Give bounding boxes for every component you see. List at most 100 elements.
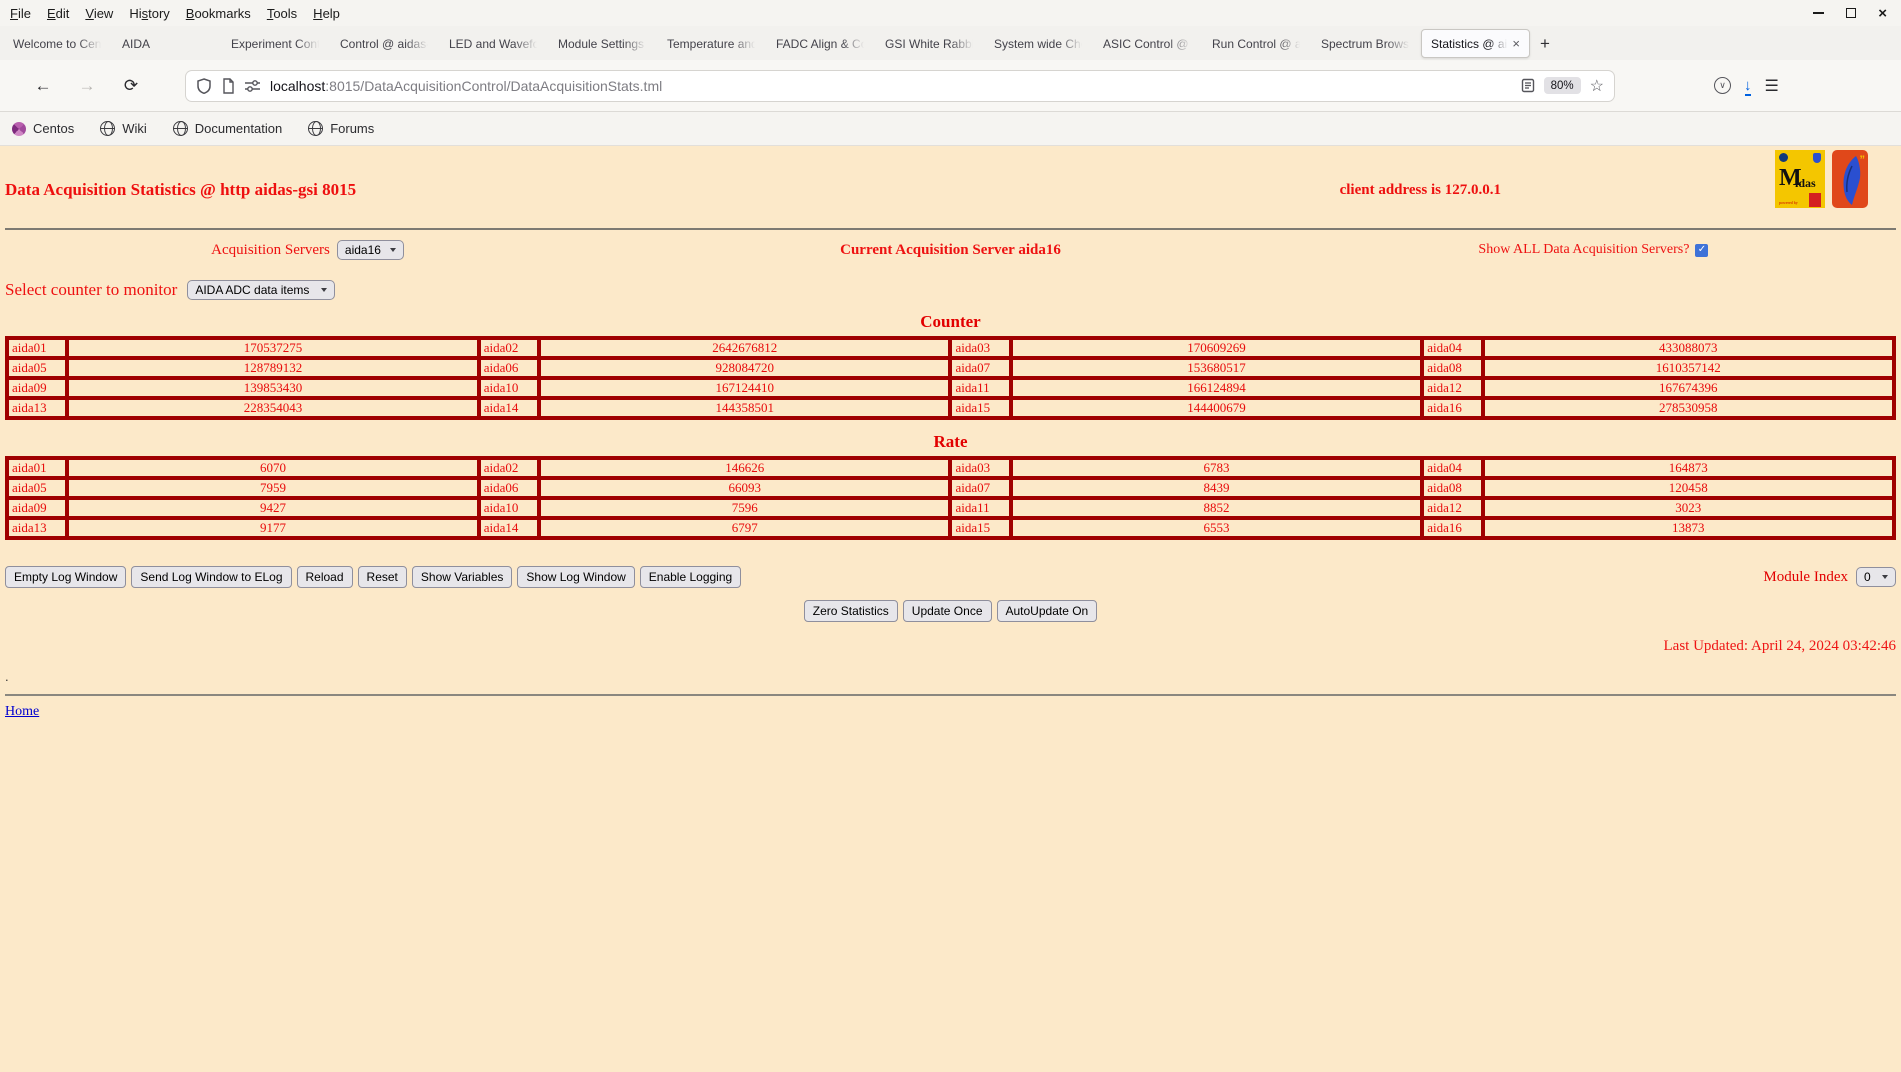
tab-gsi-white-rabbit[interactable]: GSI White Rabbit — [876, 29, 985, 58]
tab-close-icon[interactable]: × — [1512, 36, 1520, 51]
tab-aida[interactable]: AIDA — [113, 29, 222, 58]
toolbar-icons: ∨ ↓ ☰ — [1714, 76, 1779, 96]
menu-file[interactable]: File — [2, 6, 39, 21]
tab-system-wide-che[interactable]: System wide Che — [985, 29, 1094, 58]
bookmark-forums[interactable]: Forums — [308, 121, 374, 136]
bookmark-star-icon[interactable]: ☆ — [1590, 76, 1604, 96]
zero-statistics-button[interactable]: Zero Statistics — [803, 600, 898, 622]
tab-run-control-ai[interactable]: Run Control @ ai — [1203, 29, 1312, 58]
bookmark-wiki[interactable]: Wiki — [100, 121, 147, 136]
zoom-level-badge[interactable]: 80% — [1543, 77, 1581, 94]
reader-mode-icon[interactable] — [1521, 78, 1535, 93]
bookmark-label: Centos — [33, 121, 75, 136]
menu-bookmarks[interactable]: Bookmarks — [178, 6, 259, 21]
back-button[interactable]: ← — [24, 76, 62, 96]
log-buttons: Empty Log Window Send Log Window to ELog R… — [5, 566, 742, 588]
autoupdate-on-button[interactable]: AutoUpdate On — [996, 600, 1098, 622]
channel-name-cell: aida07 — [950, 358, 1011, 378]
menu-hamburger-icon[interactable]: ☰ — [1765, 76, 1779, 96]
enable-logging-button[interactable]: Enable Logging — [639, 566, 742, 588]
menu-bar: File Edit View History Bookmarks Tools Help × — [0, 0, 1901, 26]
channel-name-cell: aida05 — [7, 478, 68, 498]
channel-value-cell: 170537275 — [67, 338, 479, 358]
new-tab-button[interactable]: + — [1530, 29, 1560, 58]
acquisition-servers-label: Acquisition Servers — [211, 241, 330, 258]
channel-name-cell: aida13 — [7, 518, 68, 538]
stats-row: aida05 7959 aida06 66093 aida07 8439 aida08 120… — [7, 478, 1894, 498]
bookmark-label: Wiki — [122, 121, 147, 136]
show-all-checkbox[interactable]: ✓ — [1695, 243, 1709, 257]
tab-led-and-wavefor[interactable]: LED and Wavefor — [440, 29, 549, 58]
shield-icon[interactable] — [196, 77, 212, 94]
tab-spectrum-browse[interactable]: Spectrum Browse — [1312, 29, 1421, 58]
reload-button[interactable]: Reload — [296, 566, 353, 588]
bookmark-label: Forums — [330, 121, 375, 136]
url-host: localhost — [270, 77, 326, 94]
midas-powered-by: powered by — [1779, 200, 1798, 205]
channel-value-cell: 153680517 — [1010, 358, 1423, 378]
channel-value-cell: 9177 — [67, 518, 479, 538]
channel-name-cell: aida15 — [950, 518, 1011, 538]
tab-label: Experiment Contr — [231, 36, 322, 51]
page-icon[interactable] — [221, 77, 235, 94]
show-log-window-button[interactable]: Show Log Window — [517, 566, 635, 588]
log-button-row: Empty Log Window Send Log Window to ELog R… — [5, 566, 1896, 588]
forward-button[interactable]: → — [68, 76, 106, 96]
tab-asic-control-a[interactable]: ASIC Control @ a — [1094, 29, 1203, 58]
send-log-window-to-elog-button[interactable]: Send Log Window to ELog — [131, 566, 292, 588]
channel-name-cell: aida01 — [7, 338, 68, 358]
stats-row: aida09 9427 aida10 7596 aida11 8852 aida12 3023 — [7, 498, 1894, 518]
menu-edit[interactable]: Edit — [39, 6, 77, 21]
url-text[interactable]: localhost:8015/DataAcquisitionControl/Da… — [270, 78, 1512, 94]
globe-icon — [172, 121, 188, 136]
tab-temperature-and[interactable]: Temperature and — [658, 29, 767, 58]
channel-value-cell: 13873 — [1482, 518, 1894, 538]
tab-module-settings-s[interactable]: Module Settings S — [549, 29, 658, 58]
channel-name-cell: aida05 — [7, 358, 68, 378]
menu-view[interactable]: View — [77, 6, 121, 21]
menu-tools[interactable]: Tools — [259, 6, 305, 21]
tab-welcome-to-cent[interactable]: Welcome to Cent — [4, 29, 113, 58]
tab-experiment-contr[interactable]: Experiment Contr — [222, 29, 331, 58]
tab-label: LED and Wavefor — [449, 36, 540, 51]
reset-button[interactable]: Reset — [357, 566, 407, 588]
download-icon[interactable]: ↓ — [1744, 77, 1752, 96]
url-bar[interactable]: localhost:8015/DataAcquisitionControl/Da… — [186, 70, 1614, 101]
acquisition-server-select[interactable]: aida16 — [336, 240, 404, 260]
close-icon[interactable]: × — [1878, 6, 1887, 21]
rate-heading: Rate — [933, 432, 968, 451]
channel-value-cell: 928084720 — [539, 358, 951, 378]
menu-help[interactable]: Help — [305, 6, 348, 21]
channel-value-cell: 9427 — [67, 498, 479, 518]
menu-history[interactable]: History — [121, 6, 177, 21]
tab-statistics-aid[interactable]: Statistics @ aid × — [1421, 29, 1530, 58]
module-index-value: 0 — [1864, 570, 1871, 584]
tab-fadc-align-co[interactable]: FADC Align & Co — [767, 29, 876, 58]
page-title: Data Acquisition Statistics @ http aidas… — [5, 180, 357, 199]
channel-name-cell: aida11 — [950, 378, 1011, 398]
home-link[interactable]: Home — [5, 704, 39, 719]
show-variables-button[interactable]: Show Variables — [411, 566, 513, 588]
update-once-button[interactable]: Update Once — [902, 600, 992, 622]
channel-name-cell: aida06 — [478, 358, 540, 378]
channel-name-cell: aida14 — [478, 398, 540, 418]
channel-name-cell: aida02 — [478, 338, 540, 358]
bookmark-documentation[interactable]: Documentation — [172, 121, 282, 136]
tab-strip: Welcome to Cent AIDA Experiment Contr Contr… — [4, 29, 1530, 60]
channel-value-cell: 128789132 — [67, 358, 479, 378]
channel-name-cell: aida16 — [1422, 398, 1483, 418]
maximize-icon[interactable] — [1846, 8, 1857, 18]
counter-monitor-select[interactable]: AIDA ADC data items — [187, 280, 336, 300]
empty-log-window-button[interactable]: Empty Log Window — [5, 566, 127, 588]
tab-control-aidas[interactable]: Control @ aidas- — [331, 29, 440, 58]
reload-button[interactable]: ⟳ — [112, 76, 150, 96]
channel-name-cell: aida01 — [7, 458, 68, 478]
show-all-label: Show ALL Data Acquisition Servers? — [1478, 242, 1690, 257]
tab-label: Welcome to Cent — [13, 36, 104, 51]
logos: M idas powered by ” — [1775, 150, 1868, 208]
bookmark-centos[interactable]: Centos — [12, 121, 74, 136]
module-index-select[interactable]: 0 — [1856, 567, 1896, 587]
pocket-icon[interactable]: ∨ — [1714, 77, 1731, 94]
tuning-icon[interactable] — [244, 79, 261, 93]
minimize-icon[interactable] — [1813, 12, 1825, 14]
